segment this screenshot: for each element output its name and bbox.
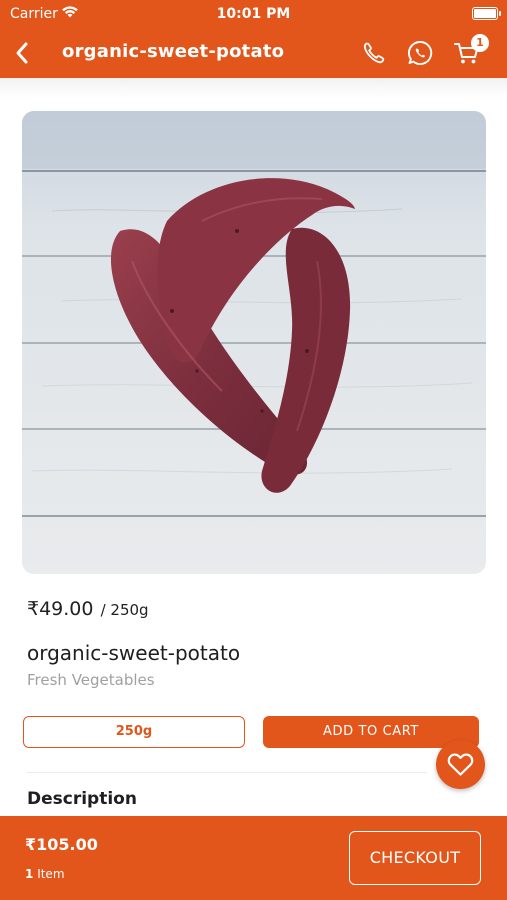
cart-count-badge: 1 (471, 34, 489, 52)
variant-selector[interactable]: 250g (23, 716, 245, 748)
whatsapp-icon[interactable] (405, 38, 435, 68)
clock: 10:01 PM (216, 6, 291, 22)
cart-item-count: 1 Item (25, 867, 65, 881)
favorite-button[interactable] (436, 740, 485, 789)
price-row: ₹49.00 / 250g (27, 598, 149, 620)
status-bar: Carrier 10:01 PM (0, 0, 507, 28)
header-bar: organic-sweet-potato 1 (0, 28, 507, 78)
phone-icon[interactable] (359, 38, 389, 68)
checkout-button[interactable]: CHECKOUT (349, 831, 481, 885)
description-heading: Description (27, 789, 137, 809)
cart-summary-bar: ₹105.00 1 Item CHECKOUT (0, 816, 507, 900)
cart-total: ₹105.00 (25, 835, 98, 854)
page-title: organic-sweet-potato (62, 41, 285, 62)
heart-icon (447, 753, 474, 776)
product-category: Fresh Vegetables (27, 671, 155, 689)
product-price: ₹49.00 (27, 598, 94, 620)
item-count-label: Item (37, 867, 65, 881)
product-name: organic-sweet-potato (27, 641, 241, 665)
back-chevron-icon[interactable] (10, 38, 36, 68)
product-image[interactable] (22, 111, 486, 574)
item-count-value: 1 (25, 867, 34, 881)
header-shadow (0, 78, 507, 100)
product-unit: / 250g (100, 601, 149, 619)
battery-icon (472, 7, 501, 20)
divider (27, 772, 427, 773)
